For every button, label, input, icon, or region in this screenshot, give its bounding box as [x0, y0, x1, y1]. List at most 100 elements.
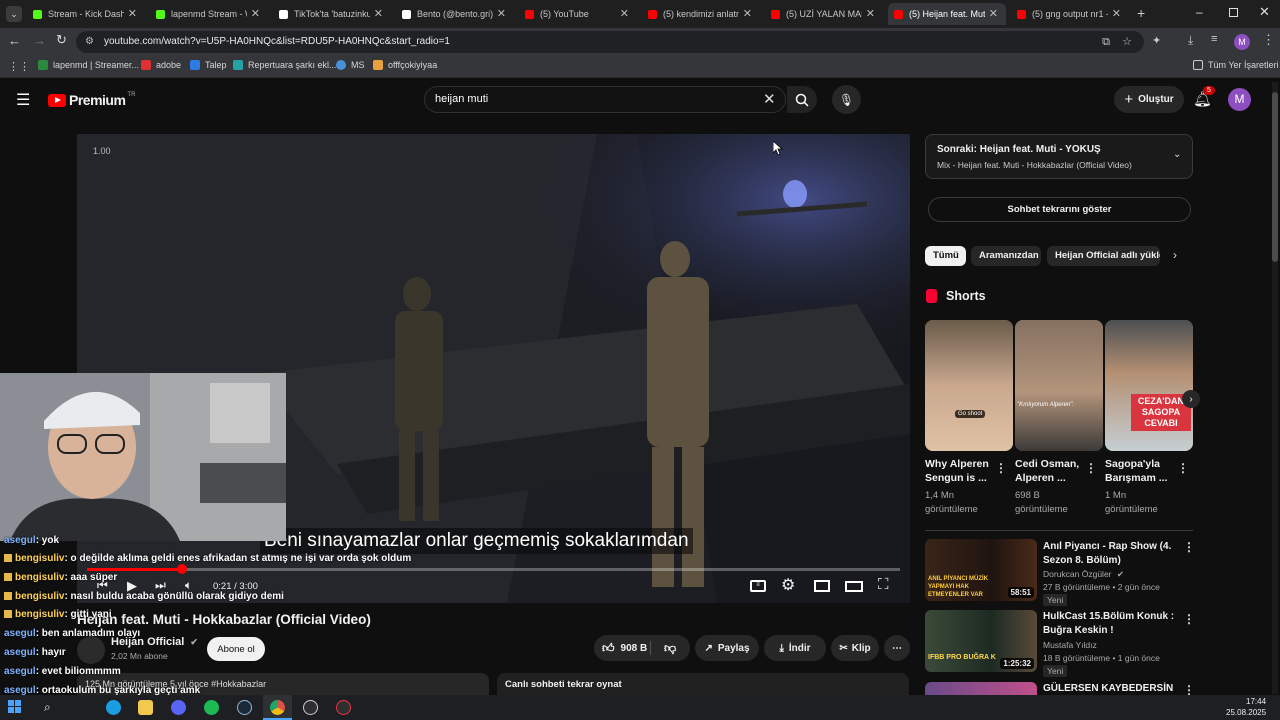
chat-replay-bar[interactable]: Canlı sohbeti tekrar oynat	[497, 673, 909, 695]
voice-search-button[interactable]: 🎙	[832, 85, 861, 114]
tab-close-icon[interactable]: ✕	[497, 7, 506, 20]
browser-menu-icon[interactable]: ⋮	[1262, 32, 1275, 48]
tab-close-icon[interactable]: ✕	[989, 7, 998, 20]
clip-button[interactable]: ✂ Klip	[831, 635, 879, 661]
page-scrollbar[interactable]	[1272, 82, 1278, 694]
install-app-icon[interactable]: ⧉	[1102, 31, 1110, 53]
chip-from-search[interactable]: Aramanızdan	[971, 246, 1041, 266]
subscribe-button[interactable]: Abone ol	[207, 637, 265, 661]
search-icon[interactable]: ⌕	[44, 700, 59, 715]
site-info-icon[interactable]: ⚙	[85, 31, 94, 53]
tab-close-icon[interactable]: ✕	[128, 7, 137, 20]
tab-close-icon[interactable]: ✕	[743, 7, 752, 20]
browser-tab[interactable]: (5) kendimizi anlatma ✕	[642, 3, 760, 25]
media-control-icon[interactable]: ≡	[1211, 33, 1217, 45]
bookmark-item[interactable]: Talep	[190, 60, 227, 70]
scrollbar-thumb[interactable]	[1272, 92, 1278, 262]
bookmark-item[interactable]: Repertuara şarkı ekl...	[233, 60, 337, 70]
subtitles-icon[interactable]: ≡	[750, 580, 766, 592]
steam-icon[interactable]	[237, 700, 252, 715]
download-button[interactable]: ⤓ İndir	[764, 635, 826, 661]
show-chat-replay-button[interactable]: Sohbet tekrarını göster	[928, 197, 1191, 222]
short-menu-icon[interactable]: ⋮	[1085, 461, 1097, 475]
chip-uploader[interactable]: Heijan Official adlı yükleyici	[1047, 246, 1160, 266]
browser-tab[interactable]: lapenmd Stream - W ✕	[150, 3, 268, 25]
up-next-panel[interactable]: Sonraki: Heijan feat. Muti - YOKUŞ Mix -…	[925, 134, 1193, 179]
tab-close-icon[interactable]: ✕	[620, 7, 629, 20]
like-button[interactable]: 👍︎ 908 B 👎︎	[594, 635, 690, 661]
progress-bar[interactable]	[87, 564, 900, 574]
create-button[interactable]: + Oluştur	[1114, 86, 1184, 113]
reload-button[interactable]: ↻	[56, 32, 67, 48]
apps-grid-icon[interactable]: ⋮⋮	[8, 60, 30, 73]
tab-search-button[interactable]: ⌄	[6, 6, 22, 22]
windows-start-icon[interactable]	[8, 700, 23, 715]
rec-channel[interactable]: Mustafa Yıldız	[1043, 639, 1097, 651]
short-thumbnail[interactable]: Go shoot	[925, 320, 1013, 451]
chevron-right-icon[interactable]: ›	[1173, 248, 1177, 262]
notifications-button[interactable]: 🔔︎ 5	[1193, 86, 1215, 108]
browser-tab[interactable]: Stream - Kick Dashbo ✕	[27, 3, 145, 25]
search-button[interactable]	[787, 86, 817, 113]
new-tab-button[interactable]: +	[1137, 5, 1145, 21]
rec-thumbnail[interactable]: IFBB PRO BUĞRA K 1:25:32	[925, 610, 1037, 672]
browser-tab[interactable]: (5) Heijan feat. Muti ✕	[888, 3, 1006, 25]
obs-icon[interactable]	[303, 700, 318, 715]
rec-menu-icon[interactable]: ⋮	[1183, 540, 1195, 554]
minimize-button[interactable]: –	[1196, 5, 1203, 19]
short-thumbnail[interactable]: "Kırılıyorum Alperen".	[1015, 320, 1103, 451]
browser-tab[interactable]: Bento (@bento.gri) | ✕	[396, 3, 514, 25]
browser-tab[interactable]: (5) gng output nr1 - ✕	[1011, 3, 1129, 25]
downloads-icon[interactable]: ⤓	[1188, 33, 1193, 48]
tab-close-icon[interactable]: ✕	[374, 7, 383, 20]
rec-menu-icon[interactable]: ⋮	[1183, 612, 1195, 626]
miniplayer-icon[interactable]	[814, 580, 830, 592]
tab-close-icon[interactable]: ✕	[866, 7, 875, 20]
short-title[interactable]: Cedi Osman, Alperen ...	[1015, 457, 1087, 485]
rec-thumbnail[interactable]: ANIL PİYANCI MÜZİK YAPMAYI HAK ETMEYENLE…	[925, 539, 1037, 601]
spotify-icon[interactable]	[204, 700, 219, 715]
bookmark-item[interactable]: adobe	[141, 60, 181, 70]
thumbs-down-icon[interactable]: 👎︎	[664, 641, 676, 656]
share-button[interactable]: ↗ Paylaş	[695, 635, 759, 661]
short-menu-icon[interactable]: ⋮	[1177, 461, 1189, 475]
tab-close-icon[interactable]: ✕	[1112, 7, 1121, 20]
forward-button[interactable]: →	[33, 33, 46, 48]
extensions-icon[interactable]: ✦	[1152, 34, 1161, 47]
rec-thumbnail[interactable]	[925, 682, 1037, 695]
theater-mode-icon[interactable]	[845, 581, 863, 592]
chevron-down-icon[interactable]: ⌄	[1173, 149, 1181, 160]
all-bookmarks-folder[interactable]: Tüm Yer İşaretleri	[1193, 60, 1279, 70]
short-title[interactable]: Sagopa'yla Barışmam ...	[1105, 457, 1177, 485]
rec-title[interactable]: Anıl Piyancı - Rap Show (4. Sezon 8. Böl…	[1043, 540, 1175, 568]
search-input[interactable]: heijan muti ✕	[424, 86, 786, 113]
profile-avatar[interactable]: M	[1234, 34, 1250, 50]
restore-button[interactable]	[1229, 8, 1238, 17]
more-actions-button[interactable]: ⋯	[884, 635, 910, 661]
discord-icon[interactable]	[171, 700, 186, 715]
browser-tab[interactable]: (5) YouTube ✕	[519, 3, 637, 25]
short-title[interactable]: Why Alperen Sengun is ...	[925, 457, 997, 485]
edge-icon[interactable]	[106, 700, 121, 715]
clock[interactable]: 17:44 25.08.2025	[1226, 696, 1266, 718]
app-icon[interactable]	[336, 700, 351, 715]
bookmark-star-icon[interactable]: ☆	[1122, 31, 1132, 53]
bookmark-item[interactable]: MS	[336, 60, 365, 70]
browser-tab[interactable]: TikTok'ta 'batuzinkun ✕	[273, 3, 391, 25]
back-button[interactable]: ←	[8, 33, 21, 48]
file-explorer-icon[interactable]	[138, 700, 153, 715]
clear-search-icon[interactable]: ✕	[763, 87, 776, 112]
fullscreen-icon[interactable]: ⛶	[878, 576, 889, 593]
bookmark-item[interactable]: offfçokiyiyaa	[373, 60, 437, 70]
rec-title[interactable]: HulkCast 15.Bölüm Konuk : Buğra Keskin !	[1043, 610, 1175, 638]
browser-tab[interactable]: (5) UZİ YALAN MAKİN ✕	[765, 3, 883, 25]
shorts-next-button[interactable]: ›	[1182, 390, 1200, 408]
rec-title[interactable]: GÜLERSEN KAYBEDERSİN w/	[1043, 682, 1175, 695]
bookmark-item[interactable]: lapenmd | Streamer...	[38, 60, 139, 70]
hamburger-menu-icon[interactable]: ☰	[16, 90, 30, 110]
tab-close-icon[interactable]: ✕	[251, 7, 260, 20]
rec-channel[interactable]: Dorukcan Özgüler ✔	[1043, 568, 1124, 580]
address-bar[interactable]: ⚙ youtube.com/watch?v=U5P-HA0HNQc&list=R…	[76, 31, 1144, 53]
close-window-button[interactable]: ✕	[1259, 4, 1270, 20]
short-thumbnail[interactable]: CEZA'DAN SAGOPA CEVABI	[1105, 320, 1193, 451]
